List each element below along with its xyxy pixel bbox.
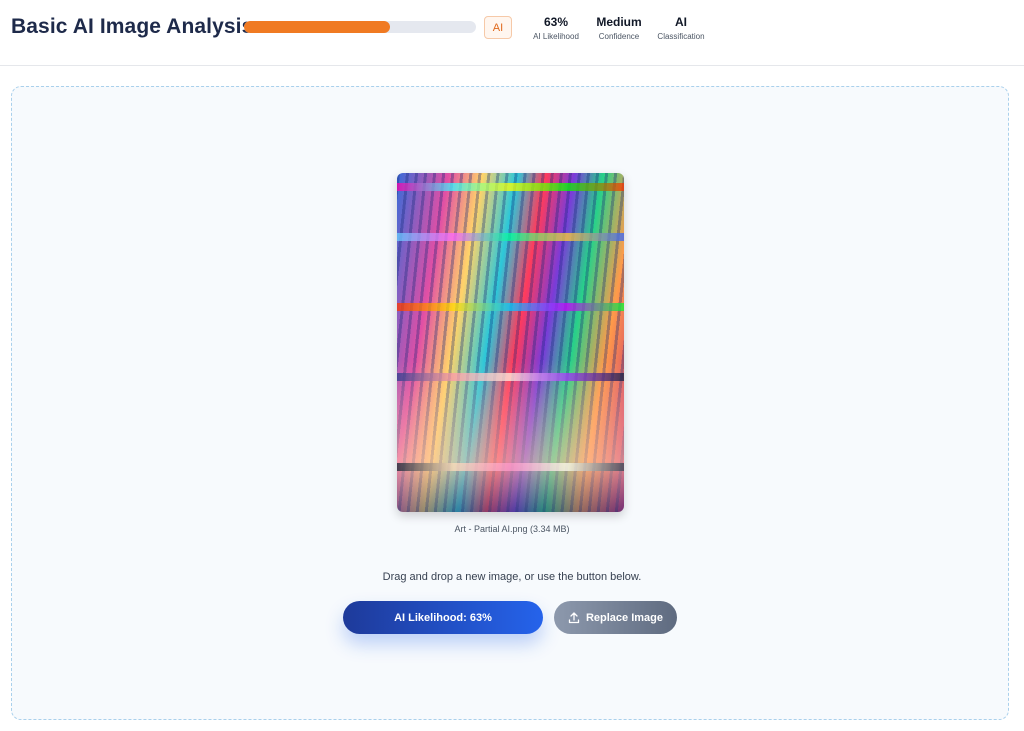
replace-image-button[interactable]: Replace Image: [554, 601, 677, 634]
verdict-badge: AI: [484, 16, 512, 39]
glitch-band: [397, 183, 624, 191]
ai-likelihood-progress-bar: [244, 21, 476, 33]
replace-image-label: Replace Image: [585, 611, 664, 624]
dropzone-hint: Drag and drop a new image, or use the bu…: [382, 571, 642, 583]
glitch-band: [397, 233, 624, 241]
upload-icon: [568, 611, 580, 623]
glitch-band: [397, 303, 624, 311]
stat-classification: AI Classification: [655, 15, 707, 42]
stat-confidence: Medium Confidence: [590, 15, 648, 42]
stat-label: AI Likelihood: [533, 32, 579, 41]
stat-label: Classification: [657, 32, 705, 41]
file-caption: Art - Partial AI.png (3.34 MB): [454, 524, 570, 534]
stat-value: 63%: [543, 15, 569, 29]
stat-ai-likelihood: 63% AI Likelihood: [528, 15, 584, 42]
glitch-band: [397, 463, 624, 471]
image-preview: [397, 173, 624, 512]
progress-fill: [244, 21, 391, 33]
header-bar: Basic AI Image Analysis AI 63% AI Likeli…: [0, 0, 1024, 66]
stat-value: AI: [675, 15, 687, 29]
stat-value: Medium: [596, 15, 642, 29]
page-title: Basic AI Image Analysis: [11, 15, 254, 38]
ai-likelihood-button[interactable]: AI Likelihood: 63%: [343, 601, 543, 634]
glitch-band: [397, 373, 624, 381]
stat-label: Confidence: [598, 32, 640, 41]
